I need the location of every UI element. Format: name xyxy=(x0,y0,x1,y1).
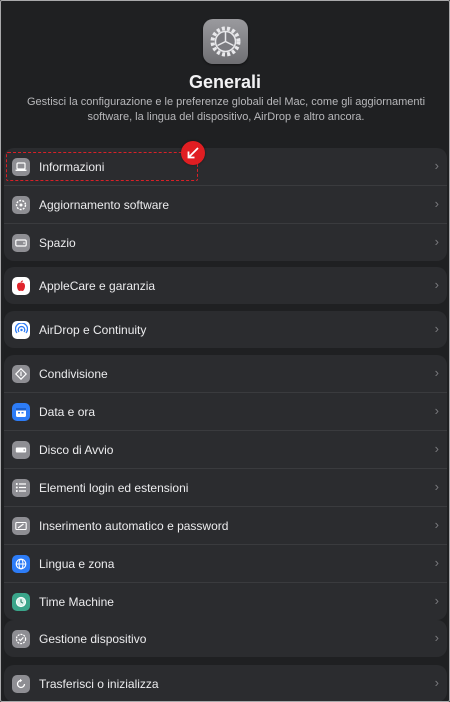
chevron-right-icon: › xyxy=(434,593,439,608)
highlight-box xyxy=(6,152,198,181)
time-machine-icon xyxy=(12,592,30,611)
group-system: Condivisione › Data e ora › Disco di Avv… xyxy=(4,355,447,620)
apple-icon xyxy=(12,276,30,295)
row-label: Time Machine xyxy=(39,594,114,609)
calendar-icon xyxy=(12,402,30,421)
row-spazio[interactable]: Spazio › xyxy=(4,223,447,261)
row-label: Lingua e zona xyxy=(39,556,115,571)
chevron-right-icon: › xyxy=(434,158,439,173)
row-airdrop[interactable]: AirDrop e Continuity › xyxy=(4,311,447,348)
chevron-right-icon: › xyxy=(434,403,439,418)
chevron-right-icon: › xyxy=(434,277,439,292)
page-subtitle: Gestisci la configurazione e le preferen… xyxy=(26,96,426,123)
chevron-right-icon: › xyxy=(434,234,439,249)
list-icon xyxy=(12,478,30,497)
row-label: Condivisione xyxy=(39,366,108,381)
chevron-right-icon: › xyxy=(434,441,439,456)
row-disco-di-avvio[interactable]: Disco di Avvio › xyxy=(4,430,447,468)
row-label: Gestione dispositivo xyxy=(39,631,147,646)
settings-window: Generali Gestisci la configurazione e le… xyxy=(0,0,450,702)
row-trasferisci-inizializza[interactable]: Trasferisci o inizializza › xyxy=(4,665,447,701)
arrow-down-left-icon xyxy=(181,141,205,165)
row-label: Aggiornamento software xyxy=(39,197,170,212)
row-label: Spazio xyxy=(39,235,76,250)
row-label: AirDrop e Continuity xyxy=(39,322,147,337)
globe-icon xyxy=(12,554,30,573)
row-label: Trasferisci o inizializza xyxy=(39,676,159,691)
chevron-right-icon: › xyxy=(434,630,439,645)
chevron-right-icon: › xyxy=(434,321,439,336)
row-label: AppleCare e garanzia xyxy=(39,278,156,293)
row-data-e-ora[interactable]: Data e ora › xyxy=(4,392,447,430)
group-device-management: Gestione dispositivo › xyxy=(4,620,447,657)
chevron-right-icon: › xyxy=(434,196,439,211)
row-label: Inserimento automatico e password xyxy=(39,518,229,533)
sharing-icon xyxy=(12,364,30,383)
group-transfer-reset: Trasferisci o inizializza › xyxy=(4,665,447,701)
page-header: Generali Gestisci la configurazione e le… xyxy=(1,1,449,141)
row-inserimento-automatico[interactable]: Inserimento automatico e password › xyxy=(4,506,447,544)
chevron-right-icon: › xyxy=(434,517,439,532)
row-aggiornamento-software[interactable]: Aggiornamento software › xyxy=(4,185,447,223)
reset-icon xyxy=(12,674,30,693)
chevron-right-icon: › xyxy=(434,365,439,380)
row-time-machine[interactable]: Time Machine › xyxy=(4,582,447,620)
page-title: Generali xyxy=(188,72,262,92)
chevron-right-icon: › xyxy=(434,675,439,690)
row-elementi-login[interactable]: Elementi login ed estensioni › xyxy=(4,468,447,506)
password-icon xyxy=(12,516,30,535)
row-condivisione[interactable]: Condivisione › xyxy=(4,355,447,392)
chevron-right-icon: › xyxy=(434,555,439,570)
row-label: Elementi login ed estensioni xyxy=(39,480,189,495)
group-applecare: AppleCare e garanzia › xyxy=(4,267,447,304)
disk-icon xyxy=(12,440,30,459)
chevron-right-icon: › xyxy=(434,479,439,494)
device-management-icon xyxy=(12,629,30,648)
row-label: Disco di Avvio xyxy=(39,442,114,457)
settings-gear-icon xyxy=(203,19,248,64)
row-lingua-e-zona[interactable]: Lingua e zona › xyxy=(4,544,447,582)
airdrop-icon xyxy=(12,320,30,339)
gear-update-icon xyxy=(12,195,30,214)
drive-icon xyxy=(12,233,30,252)
row-applecare[interactable]: AppleCare e garanzia › xyxy=(4,267,447,304)
row-gestione-dispositivo[interactable]: Gestione dispositivo › xyxy=(4,620,447,657)
row-label: Data e ora xyxy=(39,404,96,419)
group-airdrop: AirDrop e Continuity › xyxy=(4,311,447,348)
